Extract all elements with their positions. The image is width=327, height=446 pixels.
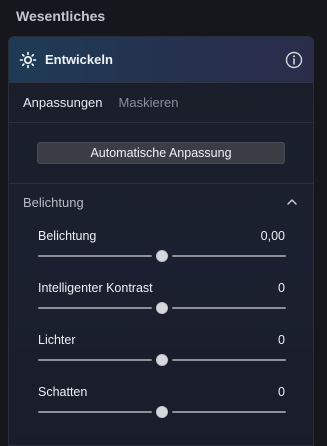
panel-header[interactable]: Entwickeln: [9, 37, 313, 83]
slider-label: Schatten: [38, 385, 88, 399]
slider-thumb[interactable]: [156, 406, 168, 418]
slider-track[interactable]: [38, 404, 286, 420]
develop-panel: Entwickeln Anpassungen Maskieren Automat…: [8, 36, 314, 446]
tab-bar: Anpassungen Maskieren: [9, 83, 313, 123]
slider-intelligenter-kontrast: Intelligenter Kontrast 0: [9, 272, 313, 324]
slider-label: Intelligenter Kontrast: [38, 281, 153, 295]
slider-value[interactable]: 0: [278, 385, 285, 399]
slider-value[interactable]: 0: [278, 281, 285, 295]
track-right: [172, 359, 286, 361]
slider-label: Belichtung: [38, 229, 97, 243]
group-header-belichtung[interactable]: Belichtung: [9, 184, 313, 220]
slider-track[interactable]: [38, 352, 286, 368]
info-icon[interactable]: [285, 51, 303, 69]
slider-thumb[interactable]: [156, 302, 168, 314]
slider-label: Lichter: [38, 333, 76, 347]
track-left: [38, 307, 152, 309]
tab-maskieren[interactable]: Maskieren: [119, 95, 179, 110]
auto-adjust-button[interactable]: Automatische Anpassung: [37, 142, 285, 164]
track-right: [172, 307, 286, 309]
track-left: [38, 411, 152, 413]
slider-value[interactable]: 0: [278, 333, 285, 347]
track-left: [38, 359, 152, 361]
track-left: [38, 255, 152, 257]
slider-value[interactable]: 0,00: [261, 229, 285, 243]
tab-anpassungen[interactable]: Anpassungen: [23, 95, 103, 110]
chevron-up-icon[interactable]: [285, 195, 299, 209]
slider-thumb[interactable]: [156, 250, 168, 262]
slider-track[interactable]: [38, 248, 286, 264]
panel-title: Entwickeln: [45, 52, 113, 67]
slider-schatten: Schatten 0: [9, 376, 313, 428]
slider-belichtung: Belichtung 0,00: [9, 220, 313, 272]
sun-icon: [19, 51, 37, 69]
slider-thumb[interactable]: [156, 354, 168, 366]
auto-adjust-section: Automatische Anpassung: [9, 123, 313, 184]
track-right: [172, 411, 286, 413]
slider-lichter: Lichter 0: [9, 324, 313, 376]
group-title: Belichtung: [23, 194, 84, 210]
track-right: [172, 255, 286, 257]
slider-track[interactable]: [38, 300, 286, 316]
section-title: Wesentliches: [16, 8, 106, 24]
